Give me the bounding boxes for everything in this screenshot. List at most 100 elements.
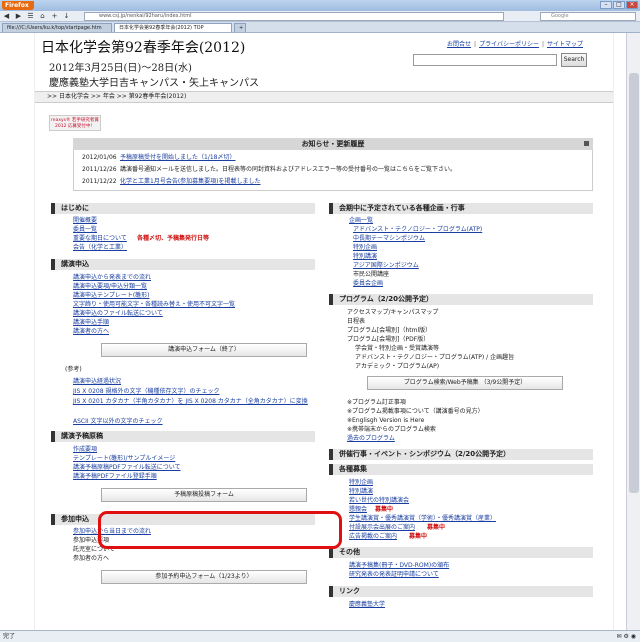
news-item: 2011/12/22 化学と工業1月号会告(参加募集要項)を掲載しました xyxy=(82,177,261,186)
link-past-programs[interactable]: 過去のプログラム xyxy=(347,435,395,443)
link-boshu-exhibit[interactable]: 付設展示会出展のご案内 xyxy=(349,524,415,532)
highlight-annotation xyxy=(98,511,342,549)
news-heading: お知らせ・更新履歴 xyxy=(73,138,593,150)
news-link[interactable]: 予稿原稿受付を開始しました（1/18〆切） xyxy=(120,154,235,161)
site-search-input[interactable] xyxy=(413,54,557,66)
maximize-icon[interactable]: □ xyxy=(613,1,625,9)
link-koen-status[interactable]: 講演申込経過状況 xyxy=(73,378,121,386)
yokou-form-button[interactable]: 予稿原稿投稿フォーム xyxy=(101,488,307,502)
link-ascii-check[interactable]: ASCII 文字以外の文字のチェック xyxy=(73,418,163,426)
reaxys-banner[interactable]: reaxys® 若手研究者賞 2012 応募受付中！ xyxy=(49,115,101,131)
link-yokou-guide[interactable]: 作成要項 xyxy=(73,446,97,454)
link-theme-symposium[interactable]: 中長期テーマシンポジウム xyxy=(353,235,425,243)
link-koen-flow[interactable]: 講演申込から発表までの流れ xyxy=(73,274,151,282)
section-sonota: その他 xyxy=(329,547,593,558)
top-links: お問合せ | プライバシーポリシー | サイトマップ xyxy=(447,41,583,48)
link-yokou-register[interactable]: 講演予稿PDFファイル登録手順 xyxy=(73,473,157,481)
program-note: ※プログラム掲載事項について（講演番号の見方） xyxy=(347,408,484,415)
link-atp[interactable]: アドバンスト・テクノロジー・プログラム(ATP) xyxy=(353,226,482,234)
news-date: 2012/01/06 xyxy=(82,154,117,161)
link-koen-guide[interactable]: 講演申込要項/申込分類一覧 xyxy=(73,283,147,291)
news-text: 講演番号通知メールを送信しました。日程表等の同封資料およびアドレスエラー等の受付… xyxy=(120,166,457,173)
link-boshu-ads[interactable]: 広告掲載のご案内 xyxy=(349,533,397,541)
link-overview[interactable]: 開催概要 xyxy=(73,217,97,225)
link-boshu-lecture[interactable]: 特別講演 xyxy=(349,488,373,496)
link-kana-convert[interactable]: JIS X 0201 カタカナ（半角カタカナ）を JIS X 0208 カタカナ… xyxy=(73,398,313,406)
add-icon[interactable]: + xyxy=(50,12,59,20)
link-deadlines[interactable]: 重要な期日について xyxy=(73,235,127,243)
link-special-project[interactable]: 特別企画 xyxy=(353,244,377,252)
tab-bar: file:///C:/Users/ku.k/top/startpage.htm … xyxy=(0,22,640,33)
section-koen: 講演申込 xyxy=(51,259,315,270)
link-file-transfer[interactable]: 講演申込のファイル転送について xyxy=(73,310,163,318)
link-announcement[interactable]: 会告（化学と工業） xyxy=(73,244,127,252)
vertical-scrollbar[interactable] xyxy=(626,33,640,630)
participants-text: 参加者の方へ xyxy=(73,555,110,562)
window-controls: – □ × xyxy=(600,1,638,9)
link-certificate[interactable]: 研究発表の発表証明申請について xyxy=(349,571,439,579)
section-kikaku: 会期中に予定されている各種企画・行事 xyxy=(329,203,593,214)
link-boshu-party[interactable]: 懇親会 xyxy=(349,506,367,514)
browser-title-bar: Firefox – □ × xyxy=(0,0,640,11)
schedule-text: 日程表 xyxy=(347,318,366,325)
minimize-icon[interactable]: – xyxy=(600,1,612,9)
atp-program-text: アドバンスト・テクノロジー・プログラム(ATP) / 企画趣旨 xyxy=(355,354,515,361)
program-search-button[interactable]: プログラム検索/Web予稿集 （3/9公開予定） xyxy=(367,376,563,390)
news-item: 2011/12/26 講演番号通知メールを送信しました。日程表等の同封資料およびア… xyxy=(82,165,456,174)
new-tab-button[interactable]: + xyxy=(234,23,246,32)
program-note: ※携帯端末からのプログラム検索 xyxy=(347,426,436,433)
news-link[interactable]: 化学と工業1月号会告(参加募集要項)を掲載しました xyxy=(120,178,261,185)
tab-csj-top[interactable]: 日本化学会第92春季年会(2012) TOP xyxy=(114,23,232,32)
back-icon[interactable]: ◀ xyxy=(2,12,11,20)
deadline-note: 各種〆切、予稿集発行日等 xyxy=(137,235,210,242)
academic-program-text: アカデミック・プログラム(AP) xyxy=(355,363,440,370)
koen-form-button[interactable]: 講演申込フォーム（終了） xyxy=(101,343,307,357)
navigation-toolbar: ◀ ▶ ☰ ⌂ + ↓ www.csj.jp/nenkai/92haru/ind… xyxy=(0,11,640,22)
sitemap-link[interactable]: サイトマップ xyxy=(547,41,583,48)
section-boshu: 各種募集 xyxy=(329,464,593,475)
program-note: ※Englisgh Version is Here xyxy=(347,417,425,424)
sanka-form-button[interactable]: 参加予約申込フォーム（1/23より） xyxy=(101,570,307,584)
link-kikaku-list[interactable]: 企画一覧 xyxy=(349,217,373,225)
firefox-menu-button[interactable]: Firefox xyxy=(2,1,34,10)
home-icon[interactable]: ⌂ xyxy=(38,12,47,20)
status-bar: 完了 ✉ ⚙ ◉ xyxy=(0,630,640,642)
link-yokou-pdf[interactable]: 講演予稿原稿PDFファイル転送について xyxy=(73,464,181,472)
link-committee[interactable]: 委員一覧 xyxy=(73,226,97,234)
link-proceedings[interactable]: 講演予稿集(冊子・DVD-ROM)の頒布 xyxy=(349,562,449,570)
link-special-lecture[interactable]: 特別講演 xyxy=(353,253,377,261)
page-title: 日本化学会第92春季年会(2012) xyxy=(41,40,246,56)
link-koen-procedure[interactable]: 講演申込手順 xyxy=(73,319,109,327)
status-icons: ✉ ⚙ ◉ xyxy=(616,633,636,640)
public-lecture-text: 市民公開講座 xyxy=(353,271,390,278)
program-note: ※プログラム訂正事項 xyxy=(347,399,406,406)
event-venue: 慶應義塾大学日吉キャンパス・矢上キャンパス xyxy=(49,78,259,89)
link-boshu-awards[interactable]: 学生講演賞・優秀講演賞（学術）・優秀講演賞（産業） xyxy=(349,515,496,523)
download-icon[interactable]: ↓ xyxy=(62,12,71,20)
link-boshu-young[interactable]: 若い世代の特別講演会 xyxy=(349,497,409,505)
link-jis-check[interactable]: JIS X 0208 規格外の文字（機種依存文字）のチェック xyxy=(73,388,219,396)
bookmarks-icon[interactable]: ☰ xyxy=(26,12,35,20)
link-yokou-template[interactable]: テンプレート(雛形)/サンプルイメージ xyxy=(73,455,175,463)
search-button[interactable]: Search xyxy=(561,53,587,67)
privacy-link[interactable]: プライバシーポリシー xyxy=(479,41,539,48)
section-link: リンク xyxy=(329,586,593,597)
contact-link[interactable]: お問合せ xyxy=(447,41,471,48)
access-map-text: アクセスマップ/キャンパスマップ xyxy=(347,309,439,316)
news-date: 2011/12/26 xyxy=(82,166,117,173)
web-search-input[interactable]: Google xyxy=(540,12,636,21)
link-committee-project[interactable]: 委員会企画 xyxy=(353,280,383,288)
scrollbar-thumb[interactable] xyxy=(629,73,639,493)
url-bar[interactable]: www.csj.jp/nenkai/92haru/index.html xyxy=(84,12,504,21)
link-asia-symposium[interactable]: アジア国際シンポジウム xyxy=(353,262,419,270)
close-icon[interactable]: × xyxy=(626,1,638,9)
link-speakers[interactable]: 講演者の方へ xyxy=(73,328,109,336)
tab-startpage[interactable]: file:///C:/Users/ku.k/top/startpage.htm xyxy=(2,23,112,32)
forward-icon[interactable]: ▶ xyxy=(14,12,23,20)
link-keio[interactable]: 慶應義塾大学 xyxy=(349,601,385,609)
link-boshu-special[interactable]: 特別企画 xyxy=(349,479,373,487)
page-content: 日本化学会第92春季年会(2012) 2012年3月25日(日)～28日(水) … xyxy=(34,33,614,630)
link-koen-template[interactable]: 講演申込テンプレート(雛形) xyxy=(73,292,150,300)
link-char-list[interactable]: 文字飾り・使用可能文字・各種読み替え・使用不可文字一覧 xyxy=(73,301,235,309)
news-list: 2012/01/06 予稿原稿受付を開始しました（1/18〆切） 2011/12/… xyxy=(73,150,593,191)
